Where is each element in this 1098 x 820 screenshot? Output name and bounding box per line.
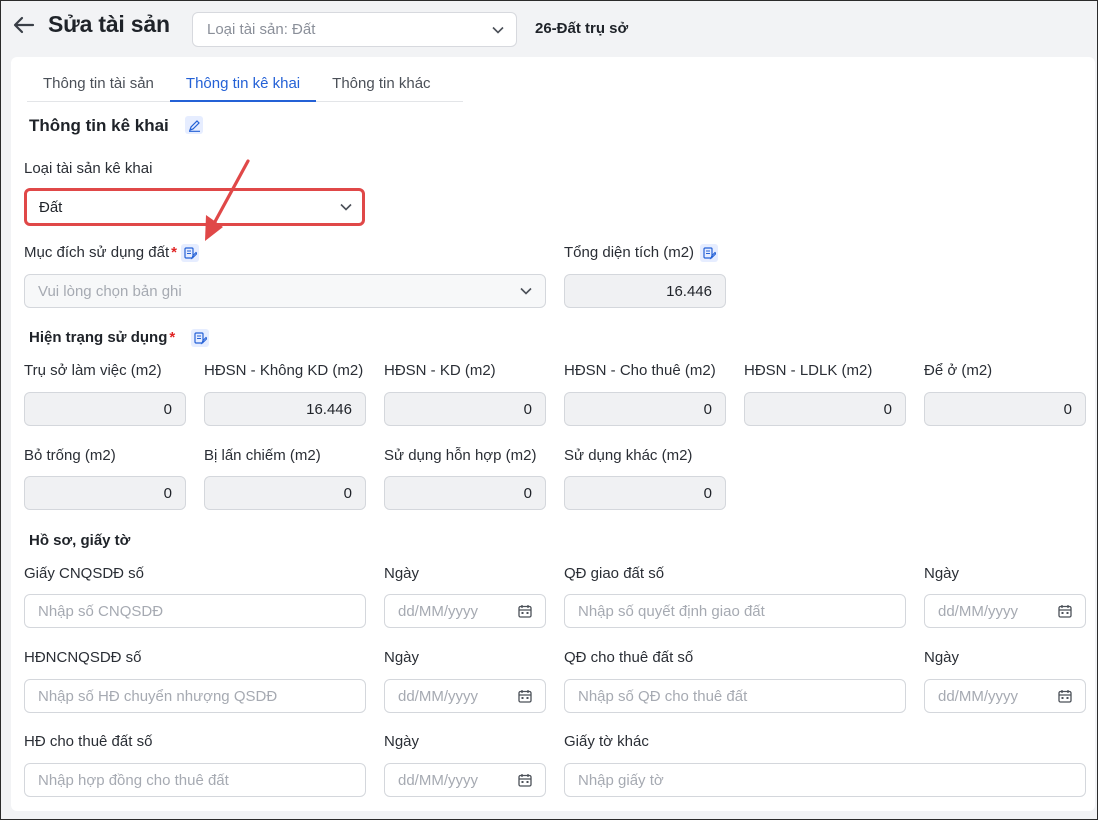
calendar-icon: [1058, 605, 1072, 618]
usage-field[interactable]: 0: [24, 392, 186, 426]
lease-contract-placeholder: Nhập hợp đồng cho thuê đất: [38, 771, 229, 789]
chevron-down-icon: [492, 26, 504, 34]
calendar-icon: [518, 605, 532, 618]
chevron-down-icon: [520, 287, 532, 295]
lease-decision-label: QĐ cho thuê đất số: [564, 649, 694, 666]
allocation-decision-placeholder: Nhập số quyết định giao đất: [578, 602, 765, 620]
usage-field[interactable]: 0: [384, 392, 546, 426]
usage-field[interactable]: 16.446: [204, 392, 366, 426]
lease-contract-label: HĐ cho thuê đất số: [24, 733, 153, 750]
usage-status-note-button[interactable]: [191, 329, 209, 347]
date-placeholder: dd/MM/yyyy: [398, 771, 479, 789]
date-placeholder: dd/MM/yyyy: [938, 602, 1019, 620]
total-area-field[interactable]: 16.446: [564, 274, 726, 308]
usage-field[interactable]: 0: [24, 476, 186, 510]
documents-title: Hồ sơ, giấy tờ: [29, 532, 131, 549]
required-marker: *: [171, 244, 177, 261]
tab-bar: Thông tin tài sản Thông tin kê khai Thôn…: [27, 65, 463, 102]
annotation-arrow: [205, 159, 250, 241]
usage-label: HĐSN - KD (m2): [384, 362, 496, 379]
date-placeholder: dd/MM/yyyy: [398, 602, 479, 620]
usage-label: Trụ sở làm việc (m2): [24, 362, 162, 379]
asset-type-label: Loại tài sản kê khai: [24, 160, 153, 177]
cert-number-label: Giấy CNQSDĐ số: [24, 565, 145, 582]
land-purpose-select[interactable]: Vui lòng chọn bản ghi: [24, 274, 546, 308]
pencil-icon: [188, 119, 200, 132]
asset-code: 26-Đất trụ sở: [535, 20, 629, 37]
usage-label: Bị lấn chiếm (m2): [204, 447, 321, 464]
tab-asset-info[interactable]: Thông tin tài sản: [27, 65, 170, 102]
note-edit-icon: [702, 246, 716, 260]
cert-date-input[interactable]: dd/MM/yyyy: [384, 594, 546, 628]
transfer-contract-input[interactable]: Nhập số HĐ chuyển nhượng QSDĐ: [24, 679, 366, 713]
lease-decision-input[interactable]: Nhập số QĐ cho thuê đất: [564, 679, 906, 713]
form-panel: Thông tin tài sản Thông tin kê khai Thôn…: [11, 57, 1095, 811]
usage-label: Sử dụng khác (m2): [564, 447, 693, 464]
note-edit-icon: [183, 246, 197, 260]
asset-type-value: Đất: [39, 198, 63, 216]
calendar-icon: [1058, 690, 1072, 703]
total-area-note-button[interactable]: [700, 244, 718, 262]
land-purpose-label-text: Mục đích sử dụng đất: [24, 244, 170, 261]
usage-field[interactable]: 0: [744, 392, 906, 426]
asset-type-dropdown[interactable]: Đất: [24, 188, 365, 226]
chevron-down-icon: [340, 203, 352, 211]
usage-label: HĐSN - LDLK (m2): [744, 362, 873, 379]
asset-type-select[interactable]: Loại tài sản: Đất: [192, 12, 517, 47]
back-button[interactable]: [11, 13, 37, 37]
other-documents-label: Giấy tờ khác: [564, 733, 649, 750]
arrow-left-icon: [13, 16, 35, 34]
allocation-date-input[interactable]: dd/MM/yyyy: [924, 594, 1086, 628]
other-documents-input[interactable]: Nhập giấy tờ: [564, 763, 1086, 797]
date-placeholder: dd/MM/yyyy: [938, 687, 1019, 705]
usage-status-title: Hiện trạng sử dụng *: [29, 329, 175, 346]
usage-field[interactable]: 0: [384, 476, 546, 510]
date-label: Ngày: [924, 565, 960, 582]
land-purpose-note-button[interactable]: [181, 244, 199, 262]
lease-decision-placeholder: Nhập số QĐ cho thuê đất: [578, 687, 748, 705]
allocation-decision-label: QĐ giao đất số: [564, 565, 665, 582]
asset-type-select-value: Loại tài sản: Đất: [207, 21, 316, 38]
tab-declaration-info[interactable]: Thông tin kê khai: [169, 65, 317, 102]
date-placeholder: dd/MM/yyyy: [398, 687, 479, 705]
transfer-contract-placeholder: Nhập số HĐ chuyển nhượng QSDĐ: [38, 687, 278, 705]
tab-other-info[interactable]: Thông tin khác: [316, 65, 446, 102]
usage-label: Bỏ trống (m2): [24, 447, 116, 464]
edit-section-button[interactable]: [185, 116, 203, 134]
allocation-decision-input[interactable]: Nhập số quyết định giao đất: [564, 594, 906, 628]
usage-status-title-text: Hiện trạng sử dụng: [29, 329, 168, 346]
usage-label: HĐSN - Cho thuê (m2): [564, 362, 716, 379]
usage-field[interactable]: 0: [924, 392, 1086, 426]
usage-label: Để ở (m2): [924, 362, 993, 379]
usage-field[interactable]: 0: [204, 476, 366, 510]
other-documents-placeholder: Nhập giấy tờ: [578, 771, 664, 789]
lease-contract-date-input[interactable]: dd/MM/yyyy: [384, 763, 546, 797]
land-purpose-label: Mục đích sử dụng đất *: [24, 244, 177, 261]
usage-field[interactable]: 0: [564, 392, 726, 426]
date-label: Ngày: [924, 649, 960, 666]
usage-label: HĐSN - Không KD (m2): [204, 362, 364, 379]
usage-field[interactable]: 0: [564, 476, 726, 510]
usage-label: Sử dụng hỗn hợp (m2): [384, 447, 537, 464]
land-purpose-placeholder: Vui lòng chọn bản ghi: [38, 282, 182, 300]
page-title: Sửa tài sản: [48, 11, 170, 37]
lease-decision-date-input[interactable]: dd/MM/yyyy: [924, 679, 1086, 713]
note-edit-icon: [193, 331, 207, 345]
date-label: Ngày: [384, 733, 420, 750]
calendar-icon: [518, 774, 532, 787]
date-label: Ngày: [384, 649, 420, 666]
transfer-contract-label: HĐNCNQSDĐ số: [24, 649, 142, 666]
cert-number-placeholder: Nhập số CNQSDĐ: [38, 602, 164, 620]
calendar-icon: [518, 690, 532, 703]
date-label: Ngày: [384, 565, 420, 582]
lease-contract-input[interactable]: Nhập hợp đồng cho thuê đất: [24, 763, 366, 797]
cert-number-input[interactable]: Nhập số CNQSDĐ: [24, 594, 366, 628]
required-marker: *: [169, 329, 176, 346]
app-window: Sửa tài sản Loại tài sản: Đất 26-Đất trụ…: [0, 0, 1098, 820]
transfer-date-input[interactable]: dd/MM/yyyy: [384, 679, 546, 713]
section-title: Thông tin kê khai: [29, 116, 169, 135]
total-area-label: Tổng diện tích (m2): [564, 244, 695, 261]
